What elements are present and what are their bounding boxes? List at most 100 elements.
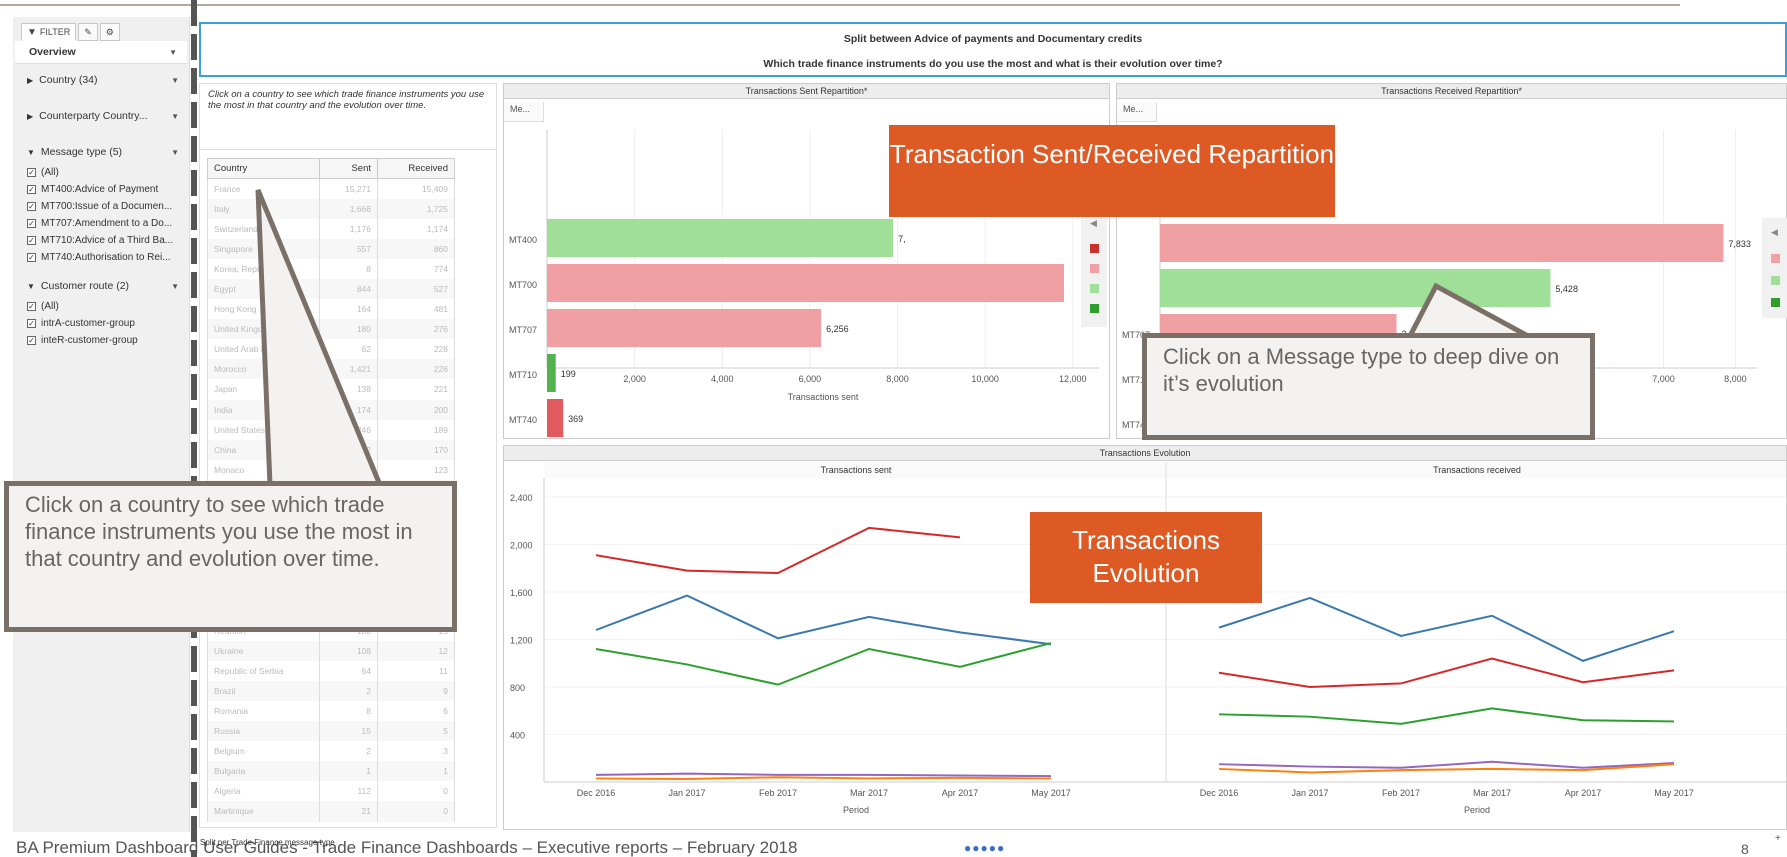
tab-filter[interactable]: ▼ FILTER xyxy=(21,23,77,41)
checkbox-label: intrA-customer-group xyxy=(41,318,135,329)
table-row[interactable]: Ukraine 108 12 xyxy=(207,640,455,661)
footer-sheet-tab[interactable]: Split per Trade Finance message type xyxy=(200,838,335,847)
table-row[interactable]: Monaco 2 123 xyxy=(207,459,455,480)
category-label: MT707 xyxy=(509,325,537,335)
table-row[interactable]: Japan 138 221 xyxy=(207,379,455,400)
bar xyxy=(1160,224,1724,262)
table-row[interactable]: China 72 170 xyxy=(207,439,455,460)
checkbox[interactable]: ✓ xyxy=(27,185,36,194)
cell-sent: 246 xyxy=(319,419,378,440)
cell-received: 6 xyxy=(377,700,455,722)
checkbox[interactable]: ✓ xyxy=(27,253,36,262)
cell-received: 228 xyxy=(377,339,455,360)
table-row[interactable]: Republic of Serbia 64 11 xyxy=(207,660,455,681)
pagination-dots[interactable]: ●●●●● xyxy=(964,841,1005,855)
x-axis-label: Period xyxy=(1464,805,1490,815)
column-header-received[interactable]: Received xyxy=(377,158,455,179)
y-tick-label: 2,400 xyxy=(510,493,533,503)
x-tick-label: May 2017 xyxy=(1031,788,1071,798)
checkbox-item[interactable]: ✓ (All) xyxy=(13,298,189,315)
table-row[interactable]: Bulgaria 1 1 xyxy=(207,761,455,782)
cell-country: Egypt xyxy=(207,278,320,300)
received-legend[interactable]: ◀ xyxy=(1762,218,1787,318)
table-row[interactable]: Romania 8 6 xyxy=(207,700,455,722)
cell-country: United States xyxy=(207,419,320,440)
scroll-left-icon[interactable]: ◀ xyxy=(1090,218,1097,229)
table-row[interactable]: Algeria 112 0 xyxy=(207,781,455,802)
bar-value-label: 369 xyxy=(568,414,583,424)
table-row[interactable]: United States 246 189 xyxy=(207,419,455,440)
category-label: MT710 xyxy=(509,370,537,380)
bar-value-label: 5,428 xyxy=(1555,284,1578,294)
table-row[interactable]: Italy 1,666 1,725 xyxy=(207,198,455,219)
checkbox-item[interactable]: ✓ MT700:Issue of a Documen... xyxy=(13,198,189,215)
x-tick-label: Apr 2017 xyxy=(942,788,979,798)
table-row[interactable]: Egypt 844 527 xyxy=(207,278,455,300)
column-header-sent[interactable]: Sent xyxy=(319,158,378,179)
checkbox[interactable]: ✓ xyxy=(27,336,36,345)
legend-swatch[interactable] xyxy=(1771,276,1780,285)
sent-legend[interactable]: ◀ xyxy=(1081,212,1107,327)
tick-label: 7,000 xyxy=(1652,374,1675,384)
table-row[interactable]: Martinique 21 0 xyxy=(207,801,455,822)
cell-received: 15,409 xyxy=(377,178,455,199)
table-row[interactable]: Hong Kong 164 481 xyxy=(207,299,455,320)
filter-group-message-type[interactable]: ▼ Message type (5) ▼ xyxy=(13,128,189,164)
y-tick-label: 400 xyxy=(510,731,525,741)
cell-sent: 180 xyxy=(319,319,378,340)
cell-sent: 174 xyxy=(319,399,378,420)
legend-swatch[interactable] xyxy=(1090,244,1099,253)
filter-section-label: Overview xyxy=(29,46,76,58)
y-tick-label: 800 xyxy=(510,683,525,693)
table-row[interactable]: Belgium 2 3 xyxy=(207,741,455,762)
top-rule xyxy=(0,4,1680,6)
checkbox-item[interactable]: ✓ MT400:Advice of Payment xyxy=(13,181,189,198)
legend-swatch[interactable] xyxy=(1771,298,1780,307)
tab-settings[interactable]: ⚙ xyxy=(99,23,120,41)
table-row[interactable]: Korea, Republic of 8 774 xyxy=(207,258,455,279)
x-tick-label: Dec 2016 xyxy=(1200,788,1239,798)
checkbox[interactable]: ✓ xyxy=(27,236,36,245)
cell-received: 276 xyxy=(377,319,455,340)
checkbox[interactable]: ✓ xyxy=(27,202,36,211)
checkbox-item[interactable]: ✓ MT710:Advice of a Third Ba... xyxy=(13,232,189,249)
checkbox-item[interactable]: ✓ MT740:Authorisation to Rei... xyxy=(13,249,189,266)
tab-edit[interactable]: ✎ xyxy=(78,23,98,41)
cell-received: 189 xyxy=(377,419,455,440)
checkbox[interactable]: ✓ xyxy=(27,302,36,311)
filter-section-overview[interactable]: Overview ▼ xyxy=(15,41,187,64)
cell-sent: 112 xyxy=(319,781,378,802)
table-row[interactable]: United Kingdom 180 276 xyxy=(207,319,455,340)
legend-swatch[interactable] xyxy=(1090,304,1099,313)
filter-group-country[interactable]: ▶ Country (34) ▼ xyxy=(13,64,189,92)
table-row[interactable]: France 15,271 15,409 xyxy=(207,178,455,199)
bar xyxy=(547,219,894,257)
plus-icon: + xyxy=(1775,833,1781,844)
checkbox-item[interactable]: ✓ inteR-customer-group xyxy=(13,332,189,349)
checkbox[interactable]: ✓ xyxy=(27,219,36,228)
cell-country: Romania xyxy=(207,700,320,722)
table-row[interactable]: United Arab Emirates 62 228 xyxy=(207,339,455,360)
checkbox-item[interactable]: ✓ intrA-customer-group xyxy=(13,315,189,332)
table-row[interactable]: Singapore 557 860 xyxy=(207,238,455,259)
checkbox-item[interactable]: ✓ (All) xyxy=(13,164,189,181)
filter-group-customer-route[interactable]: ▼ Customer route (2) ▼ xyxy=(13,266,189,298)
legend-swatch[interactable] xyxy=(1090,284,1099,293)
cell-received: 481 xyxy=(377,299,455,320)
table-row[interactable]: Russia 15 5 xyxy=(207,721,455,742)
legend-swatch[interactable] xyxy=(1090,264,1099,273)
panel-title: Transactions Evolution xyxy=(504,446,1786,461)
legend-swatch[interactable] xyxy=(1771,254,1780,263)
table-row[interactable]: India 174 200 xyxy=(207,399,455,420)
table-row[interactable]: Morocco 1,421 226 xyxy=(207,359,455,380)
checkbox[interactable]: ✓ xyxy=(27,168,36,177)
checkbox[interactable]: ✓ xyxy=(27,319,36,328)
table-row[interactable]: Switzerland 1,176 1,174 xyxy=(207,218,455,239)
column-header-country[interactable]: Country xyxy=(207,158,320,179)
cell-received: 5 xyxy=(377,721,455,742)
scroll-left-icon[interactable]: ◀ xyxy=(1771,227,1778,238)
table-row[interactable]: Brazil 2 9 xyxy=(207,680,455,701)
checkbox-item[interactable]: ✓ MT707:Amendment to a Do... xyxy=(13,215,189,232)
collapse-icon: ▼ xyxy=(27,282,35,291)
filter-group-counterparty[interactable]: ▶ Counterparty Country... ▼ xyxy=(13,92,189,128)
